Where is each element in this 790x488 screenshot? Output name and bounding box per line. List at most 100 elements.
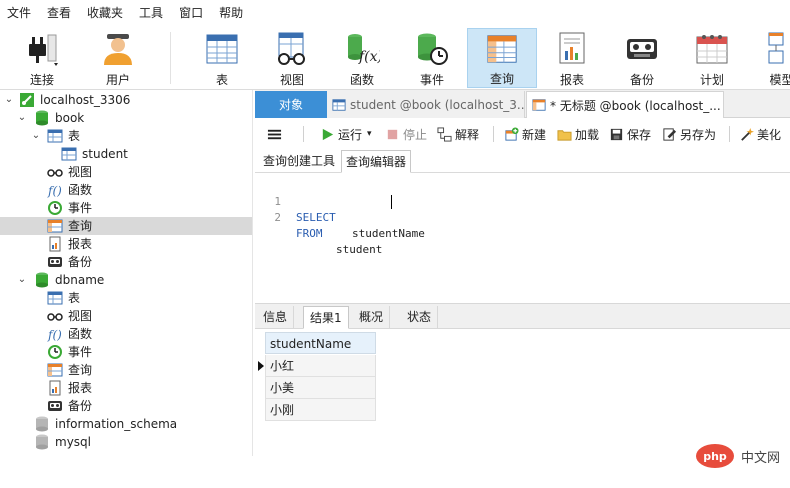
schedule-label: 计划 <box>699 73 724 87</box>
function-label: 函数 <box>349 73 374 87</box>
hamburger-menu-button[interactable] <box>267 124 285 144</box>
tree-db-dbname[interactable]: ⌄ dbname <box>0 271 252 289</box>
tree-dbname-tables[interactable]: 表 <box>0 289 252 307</box>
stop-icon <box>387 129 398 139</box>
view-icon <box>278 32 305 65</box>
collapse-arrow-icon[interactable]: ⌄ <box>16 271 28 289</box>
toolbar-separator <box>170 32 171 84</box>
main-toolbar: 连接 用户 表 视图 f(x 函数 事件 查询 报表 备份 计划 模型 <box>0 26 790 90</box>
code-line: 2 FROM student <box>255 194 790 256</box>
backups-label: 备份 <box>68 255 93 269</box>
tab-result1[interactable]: 结果1 <box>303 306 349 329</box>
function-icon: f(x) <box>348 34 380 65</box>
function-button[interactable]: f(x) 函数 <box>327 28 397 88</box>
menu-view[interactable]: 查看 <box>39 0 79 26</box>
code-line: 1 SELECT studentName <box>255 178 790 240</box>
hamburger-icon <box>267 129 282 139</box>
menu-file[interactable]: 文件 <box>0 0 39 26</box>
table-icon <box>47 291 63 305</box>
query-button[interactable]: 查询 <box>467 28 537 88</box>
menu-favorites[interactable]: 收藏夹 <box>79 0 131 26</box>
table-icon <box>47 129 63 143</box>
explain-icon <box>437 126 452 142</box>
tab-query-editor[interactable]: 查询编辑器 <box>341 150 412 173</box>
query-icon <box>47 219 63 233</box>
tree-book-reports[interactable]: 报表 <box>0 235 252 253</box>
user-button[interactable]: 用户 <box>83 28 153 88</box>
tab-untitled-query[interactable]: * 无标题 @book (localhost_... <box>526 91 724 118</box>
collapse-arrow-icon[interactable]: ⌄ <box>16 109 28 127</box>
load-button[interactable]: 加载 <box>557 124 599 144</box>
tab-info[interactable]: 信息 <box>257 306 295 329</box>
table-row[interactable]: 小美 <box>265 377 376 399</box>
db-information-schema-label: information_schema <box>55 417 178 431</box>
play-icon <box>322 128 334 140</box>
collapse-arrow-icon[interactable]: ⌄ <box>30 127 42 145</box>
tree-dbname-reports[interactable]: 报表 <box>0 379 252 397</box>
tree-dbname-events[interactable]: 事件 <box>0 343 252 361</box>
tab-status[interactable]: 状态 <box>401 306 439 329</box>
new-button[interactable]: 新建 <box>504 124 546 144</box>
stop-button[interactable]: 停止 <box>385 124 427 144</box>
column-header-studentname[interactable]: studentName <box>265 332 376 354</box>
tree-book-tables[interactable]: ⌄ 表 <box>0 127 252 145</box>
user-icon <box>104 34 132 65</box>
save-button[interactable]: 保存 <box>609 124 651 144</box>
tree-db-mysql[interactable]: mysql <box>0 433 252 451</box>
database-icon <box>36 434 48 450</box>
backup-label: 备份 <box>629 73 654 87</box>
tree-dbname-backups[interactable]: 备份 <box>0 397 252 415</box>
tree-dbname-functions[interactable]: f() 函数 <box>0 325 252 343</box>
tree-book-queries[interactable]: 查询 <box>0 217 252 235</box>
table-icon <box>61 147 77 161</box>
sql-editor[interactable]: 1 SELECT studentName 2 FROM student <box>255 174 790 302</box>
tab-student-label: student @book (localhost_3... <box>350 97 525 112</box>
table-row[interactable]: 小红 <box>265 355 376 377</box>
beautify-button[interactable]: 美化 <box>739 124 781 144</box>
tree-db-book[interactable]: ⌄ book <box>0 109 252 127</box>
tree-dbname-views[interactable]: 视图 <box>0 307 252 325</box>
tab-student-table[interactable]: student @book (localhost_3... <box>327 91 525 118</box>
tab-query-builder[interactable]: 查询创建工具 <box>259 150 339 173</box>
tab-objects[interactable]: 对象 <box>255 91 327 118</box>
view-button[interactable]: 视图 <box>257 28 327 88</box>
tree-book-views[interactable]: 视图 <box>0 163 252 181</box>
toolbar-separator <box>729 126 730 142</box>
query-icon <box>487 35 517 63</box>
tree-dbname-queries[interactable]: 查询 <box>0 361 252 379</box>
menu-window[interactable]: 窗口 <box>171 0 211 26</box>
backup-button[interactable]: 备份 <box>607 28 677 88</box>
report-button[interactable]: 报表 <box>537 28 607 88</box>
tree-book-backups[interactable]: 备份 <box>0 253 252 271</box>
save-as-button[interactable]: 另存为 <box>662 124 716 144</box>
save-label: 保存 <box>627 127 652 142</box>
tree-connection[interactable]: ⌄ localhost_3306 <box>0 91 252 109</box>
tree-table-student[interactable]: student <box>0 145 252 163</box>
table-student-label: student <box>82 147 128 161</box>
tree-book-functions[interactable]: f() 函数 <box>0 181 252 199</box>
connection-icon <box>20 93 34 107</box>
tree-db-information-schema[interactable]: information_schema <box>0 415 252 433</box>
report-icon <box>49 236 61 252</box>
menu-help[interactable]: 帮助 <box>211 0 251 26</box>
views-label: 视图 <box>68 309 93 323</box>
folder-icon <box>557 129 572 141</box>
editor-subtabs: 查询创建工具 查询编辑器 <box>255 149 790 173</box>
run-button[interactable]: 运行 ▾ <box>320 124 372 144</box>
connect-button[interactable]: 连接 <box>7 28 77 88</box>
database-icon <box>36 272 48 288</box>
event-button[interactable]: 事件 <box>397 28 467 88</box>
tree-book-events[interactable]: 事件 <box>0 199 252 217</box>
tab-profile[interactable]: 概况 <box>353 306 391 329</box>
run-dropdown-icon[interactable]: ▾ <box>367 129 372 139</box>
explain-button[interactable]: 解释 <box>437 124 479 144</box>
table-label: 表 <box>215 73 228 87</box>
menu-tools[interactable]: 工具 <box>131 0 171 26</box>
backup-icon <box>627 39 657 59</box>
collapse-arrow-icon[interactable]: ⌄ <box>3 91 15 109</box>
table-button[interactable]: 表 <box>187 28 257 88</box>
result-tabs: 信息 结果1 概况 状态 <box>255 303 790 329</box>
table-row[interactable]: 小刚 <box>265 399 376 421</box>
schedule-button[interactable]: 计划 <box>677 28 747 88</box>
model-button[interactable]: 模型 <box>747 28 790 88</box>
